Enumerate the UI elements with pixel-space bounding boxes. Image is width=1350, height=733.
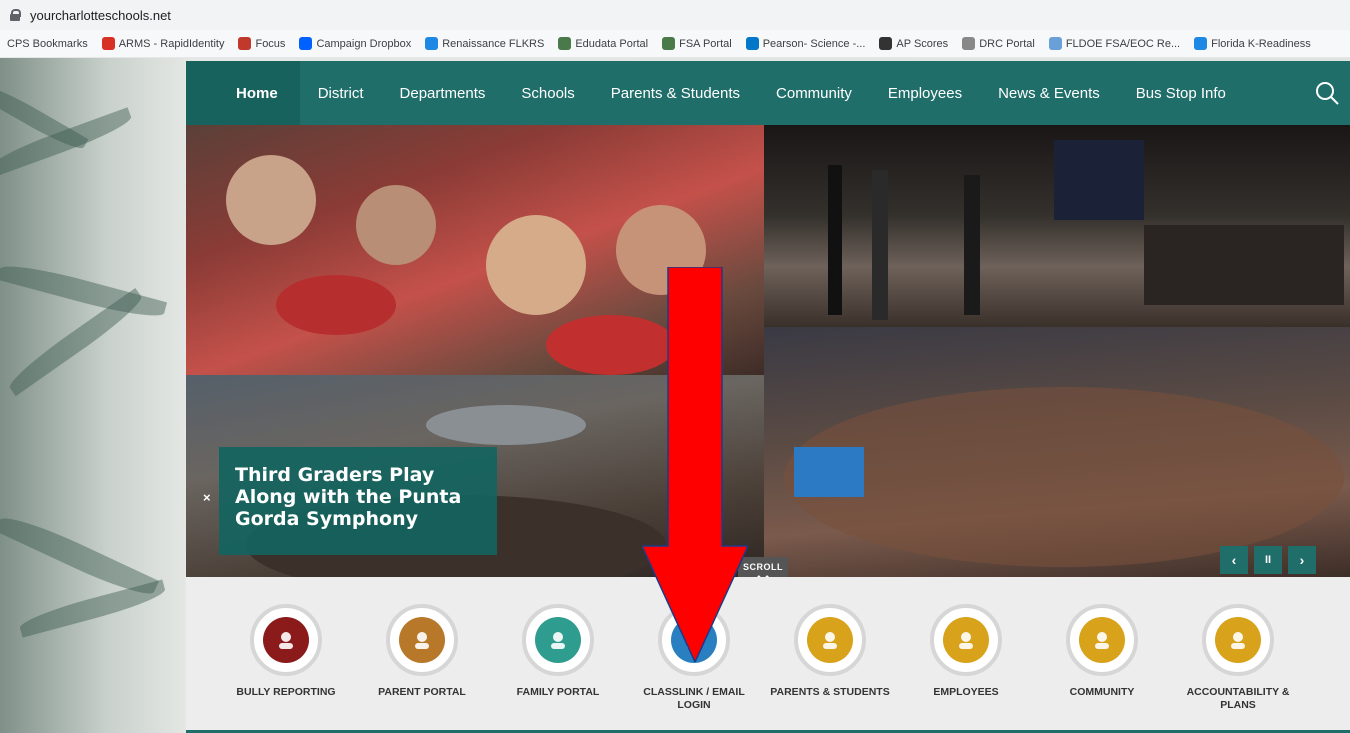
slide-caption[interactable]: Third Graders Play Along with the Punta … — [219, 447, 497, 555]
quick-link-accountability-plans[interactable]: ACCOUNTABILITY & PLANS — [1178, 604, 1298, 712]
quick-link-circle — [1202, 604, 1274, 676]
bookmark-label: FSA Portal — [679, 37, 732, 50]
nav-item-employees[interactable]: Employees — [870, 61, 980, 125]
address-bar[interactable]: yourcharlotteschools.net — [0, 0, 1350, 30]
red-arrow-annotation — [642, 267, 748, 662]
quick-link-label: PARENTS & STUDENTS — [770, 686, 890, 698]
ap-icon — [879, 37, 893, 50]
hero-slideshow: Third Graders Play Along with the Punta … — [186, 125, 1350, 577]
fsa-icon — [662, 37, 676, 50]
bookmark-label: ARMS - RapidIdentity — [118, 37, 225, 50]
employees-icon — [943, 617, 989, 663]
bookmark-label: FLDOE FSA/EOC Re... — [1065, 37, 1181, 50]
caption-close-icon[interactable]: × — [203, 490, 211, 505]
nav-item-news-events[interactable]: News & Events — [980, 61, 1118, 125]
quick-link-circle — [386, 604, 458, 676]
bookmarks-bar: CPS Bookmarks ARMS - RapidIdentity Focus Ca… — [0, 30, 1350, 58]
bookmark-item[interactable]: Renaissance FLKRS — [418, 37, 551, 50]
bookmark-item[interactable]: CPS Bookmarks — [0, 38, 95, 50]
bookmark-label: Renaissance FLKRS — [442, 37, 545, 50]
bookmark-item[interactable]: Campaign Dropbox — [292, 37, 418, 50]
document-icon — [1215, 617, 1261, 663]
nav-item-home[interactable]: Home — [186, 61, 300, 125]
quick-link-family-portal[interactable]: FAMILY PORTAL — [498, 604, 618, 699]
search-button[interactable] — [1304, 61, 1350, 125]
quick-link-label: ACCOUNTABILITY & PLANS — [1186, 686, 1290, 711]
quick-link-label: CLASSLINK / EMAIL LOGIN — [643, 686, 745, 711]
arms-icon — [101, 37, 115, 50]
community-icon — [1079, 617, 1125, 663]
readiness-icon — [1194, 37, 1208, 50]
url-text[interactable]: yourcharlotteschools.net — [30, 8, 171, 23]
edudata-icon — [558, 37, 572, 50]
quick-link-label: COMMUNITY — [1069, 686, 1135, 698]
page-background: Home District Departments Schools Parents & … — [0, 58, 1350, 733]
quick-link-circle — [794, 604, 866, 676]
fldoe-icon — [1048, 37, 1062, 50]
palm-leaf-decoration — [0, 258, 168, 324]
nav-item-bus-stop-info[interactable]: Bus Stop Info — [1118, 61, 1244, 125]
slide-pause-button[interactable]: II — [1254, 546, 1282, 574]
nav-item-departments[interactable]: Departments — [382, 61, 504, 125]
bookmark-label: Edudata Portal — [575, 37, 649, 50]
quick-link-label: FAMILY PORTAL — [516, 686, 600, 698]
bookmark-item[interactable]: Pearson- Science -... — [739, 37, 873, 50]
palm-leaf-decoration — [17, 579, 168, 638]
drc-icon — [962, 37, 976, 50]
people-icon — [807, 617, 853, 663]
search-icon — [1316, 82, 1339, 105]
nav-item-district[interactable]: District — [300, 61, 382, 125]
quick-link-circle — [1066, 604, 1138, 676]
bookmark-item[interactable]: Edudata Portal — [551, 37, 655, 50]
bookmark-item[interactable]: FLDOE FSA/EOC Re... — [1042, 37, 1187, 50]
bookmark-label: AP Scores — [896, 37, 949, 50]
bookmark-label: Florida K-Readiness — [1211, 37, 1311, 50]
nav-item-parents-students[interactable]: Parents & Students — [593, 61, 758, 125]
slide-next-button[interactable]: › — [1288, 546, 1316, 574]
pearson-icon — [745, 37, 759, 50]
quick-link-circle — [930, 604, 1002, 676]
bookmark-label: CPS Bookmarks — [7, 37, 88, 50]
bookmark-item[interactable]: DRC Portal — [955, 37, 1042, 50]
nav-item-schools[interactable]: Schools — [503, 61, 592, 125]
slide-prev-button[interactable]: ‹ — [1220, 546, 1248, 574]
bookmark-item[interactable]: AP Scores — [872, 37, 955, 50]
renaissance-icon — [425, 37, 439, 50]
quick-link-employees[interactable]: EMPLOYEES — [906, 604, 1026, 699]
quick-link-circle — [250, 604, 322, 676]
quick-link-community[interactable]: COMMUNITY — [1042, 604, 1162, 699]
hero-photo-audience — [764, 327, 1350, 577]
hero-photo-singers — [764, 125, 1350, 327]
quick-link-circle — [522, 604, 594, 676]
bookmark-label: Pearson- Science -... — [762, 37, 866, 50]
bookmark-item[interactable]: Focus — [231, 37, 292, 50]
nav-item-community[interactable]: Community — [758, 61, 870, 125]
quick-link-parent-portal[interactable]: PARENT PORTAL — [362, 604, 482, 699]
quick-link-bully-reporting[interactable]: BULLY REPORTING — [226, 604, 346, 699]
bookmark-label: Focus — [255, 37, 286, 50]
family-owl-icon — [535, 617, 581, 663]
quick-link-label: BULLY REPORTING — [236, 686, 336, 698]
bookmark-label: DRC Portal — [979, 37, 1035, 50]
lock-icon — [10, 9, 21, 21]
quick-link-label: EMPLOYEES — [933, 686, 999, 698]
bookmark-item[interactable]: ARMS - RapidIdentity — [95, 37, 232, 50]
quick-links: BULLY REPORTING PARENT PORTAL FAMILY PORTA… — [186, 577, 1350, 733]
report-bullying-icon — [263, 617, 309, 663]
palm-leaf-decoration — [4, 288, 147, 397]
quick-link-label: PARENT PORTAL — [378, 686, 466, 698]
dropbox-icon — [299, 37, 313, 50]
main-nav: Home District Departments Schools Parents & … — [186, 61, 1350, 125]
focus-icon — [238, 37, 252, 50]
owl-graduate-icon — [399, 617, 445, 663]
bookmark-label: Campaign Dropbox — [316, 37, 412, 50]
bookmark-item[interactable]: FSA Portal — [655, 37, 739, 50]
bookmark-item[interactable]: Florida K-Readiness — [1187, 37, 1318, 50]
quick-link-parents-students[interactable]: PARENTS & STUDENTS — [770, 604, 890, 699]
